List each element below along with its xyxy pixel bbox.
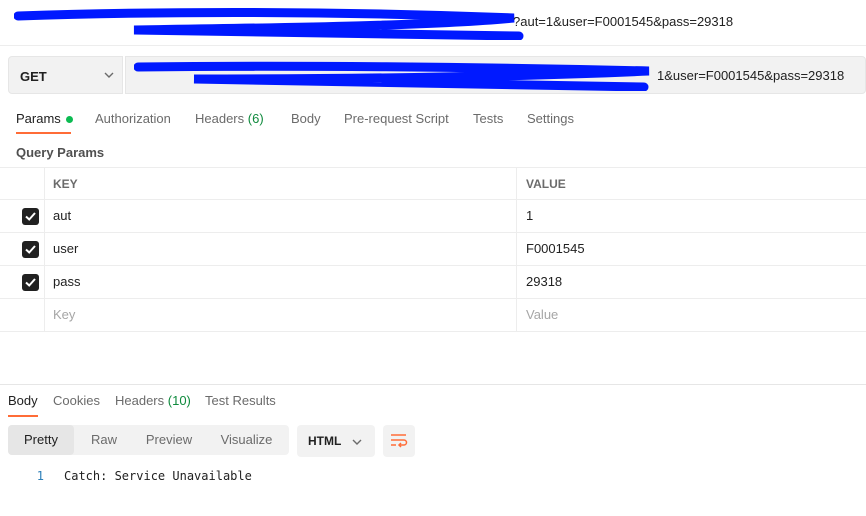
response-body-text[interactable]: Catch: Service Unavailable bbox=[64, 469, 252, 483]
active-response-tab-underline bbox=[8, 415, 38, 417]
table-header-row: KEY VALUE bbox=[0, 167, 866, 200]
response-format-label: HTML bbox=[308, 434, 342, 448]
response-tabs: Body Cookies Headers (10) Test Results bbox=[0, 386, 866, 418]
response-code-line: 1 Catch: Service Unavailable bbox=[0, 468, 866, 486]
row-check-cell bbox=[0, 299, 45, 331]
response-view-group: Pretty Raw Preview Visualize bbox=[8, 425, 289, 455]
param-checkbox[interactable] bbox=[22, 208, 39, 225]
param-value-cell[interactable]: 29318 bbox=[517, 266, 866, 298]
tab-params-label: Params bbox=[16, 111, 61, 126]
row-check-cell bbox=[0, 233, 45, 265]
tab-tests[interactable]: Tests bbox=[473, 111, 503, 126]
redaction-scribble bbox=[14, 8, 524, 40]
request-tabs: Params Authorization Headers (6) Body Pr… bbox=[0, 104, 866, 136]
request-url-title: ?aut=1&user=F0001545&pass=29318 bbox=[513, 14, 734, 29]
param-checkbox[interactable] bbox=[22, 274, 39, 291]
key-column-header: KEY bbox=[45, 168, 517, 199]
line-number: 1 bbox=[36, 469, 44, 483]
params-status-dot bbox=[65, 116, 73, 124]
wrap-lines-button[interactable] bbox=[383, 425, 415, 457]
tab-response-body[interactable]: Body bbox=[8, 393, 38, 408]
checkmark-icon bbox=[25, 212, 36, 221]
response-format-select[interactable]: HTML bbox=[297, 425, 375, 457]
tab-headers[interactable]: Headers (6) bbox=[195, 111, 264, 126]
url-input-value: 1&user=F0001545&pass=29318 bbox=[657, 68, 845, 83]
param-value-cell[interactable]: 1 bbox=[517, 200, 866, 232]
view-raw-button[interactable]: Raw bbox=[74, 425, 134, 455]
tab-headers-count: (6) bbox=[247, 111, 264, 126]
new-key-input[interactable]: Key bbox=[45, 299, 517, 331]
method-select[interactable]: GET bbox=[8, 56, 123, 94]
tab-headers-label: Headers bbox=[195, 111, 245, 126]
tab-body[interactable]: Body bbox=[291, 111, 321, 126]
view-pretty-button[interactable]: Pretty bbox=[8, 425, 74, 455]
active-tab-underline bbox=[16, 132, 71, 134]
chevron-down-icon bbox=[104, 72, 114, 78]
header-check-cell bbox=[0, 168, 45, 199]
chevron-down-icon bbox=[352, 439, 362, 445]
tab-settings[interactable]: Settings bbox=[527, 111, 574, 126]
tab-response-headers-count: (10) bbox=[167, 393, 191, 408]
wrap-lines-icon bbox=[391, 434, 408, 448]
view-preview-button[interactable]: Preview bbox=[134, 425, 204, 455]
tab-cookies[interactable]: Cookies bbox=[53, 393, 100, 408]
query-params-title: Query Params bbox=[16, 145, 105, 160]
table-row: pass 29318 bbox=[0, 266, 866, 299]
redaction-scribble bbox=[134, 61, 650, 91]
param-checkbox[interactable] bbox=[22, 241, 39, 258]
response-divider[interactable] bbox=[0, 384, 866, 385]
tab-authorization[interactable]: Authorization bbox=[95, 111, 171, 126]
url-input[interactable]: 1&user=F0001545&pass=29318 bbox=[125, 56, 866, 94]
table-row: user F0001545 bbox=[0, 233, 866, 266]
view-visualize-button[interactable]: Visualize bbox=[204, 425, 289, 455]
method-label: GET bbox=[20, 69, 47, 84]
tab-test-results[interactable]: Test Results bbox=[205, 393, 276, 408]
table-row-new: Key Value bbox=[0, 299, 866, 332]
checkmark-icon bbox=[25, 245, 36, 254]
tab-pre-request-script[interactable]: Pre-request Script bbox=[344, 111, 449, 126]
row-check-cell bbox=[0, 266, 45, 298]
tab-params[interactable]: Params bbox=[16, 111, 73, 126]
row-check-cell bbox=[0, 200, 45, 232]
param-value-cell[interactable]: F0001545 bbox=[517, 233, 866, 265]
new-value-input[interactable]: Value bbox=[517, 299, 866, 331]
tab-response-headers[interactable]: Headers (10) bbox=[115, 393, 191, 408]
table-row: aut 1 bbox=[0, 200, 866, 233]
param-key-cell[interactable]: aut bbox=[45, 200, 517, 232]
param-key-cell[interactable]: user bbox=[45, 233, 517, 265]
request-bar: GET 1&user=F0001545&pass=29318 bbox=[8, 56, 866, 94]
checkmark-icon bbox=[25, 278, 36, 287]
value-column-header: VALUE bbox=[526, 177, 566, 191]
param-key-cell[interactable]: pass bbox=[45, 266, 517, 298]
request-title-bar: ?aut=1&user=F0001545&pass=29318 bbox=[0, 0, 866, 46]
tab-response-headers-label: Headers bbox=[115, 393, 165, 408]
